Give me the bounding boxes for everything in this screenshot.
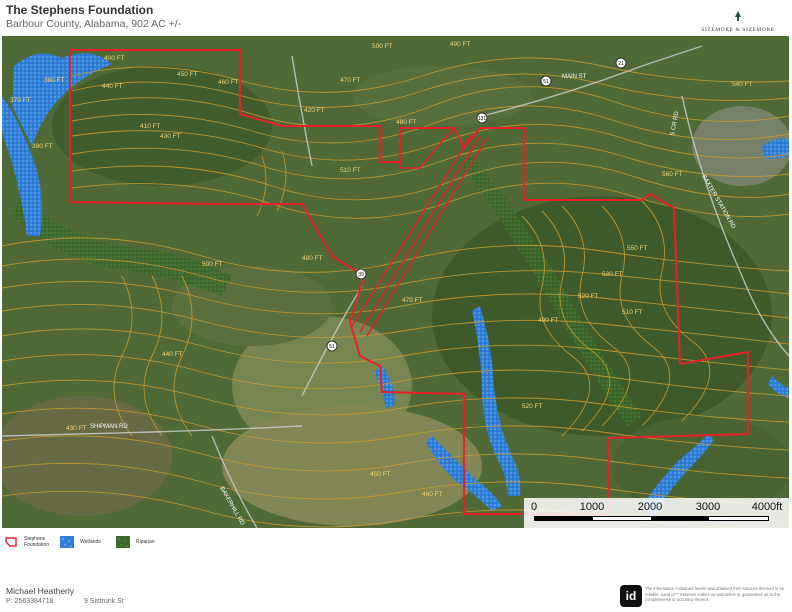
contour-label: 560 FT bbox=[662, 171, 683, 178]
agent-address: 9 Sistrunk St bbox=[84, 598, 124, 605]
contour-label: 470 FT bbox=[402, 297, 423, 304]
contour-label: 450 FT bbox=[177, 71, 198, 78]
contour-label: 400 FT bbox=[104, 55, 125, 62]
wetlands-pattern-icon bbox=[60, 536, 74, 548]
contour-label: 380 FT bbox=[44, 77, 65, 84]
agent-name: Michael Heatherly bbox=[6, 586, 75, 596]
road-label-shipman-rd: SHIPMAN RD bbox=[90, 424, 128, 430]
route-marker-label: 51 bbox=[543, 79, 549, 85]
route-marker-label: 131 bbox=[478, 116, 487, 122]
contour-label: 480 FT bbox=[396, 119, 417, 126]
contour-label: 390 FT bbox=[32, 143, 53, 150]
header: The Stephens Foundation Barbour County, … bbox=[0, 0, 792, 36]
map-view[interactable]: 500 FT 490 FT 470 FT 440 FT 450 FT 400 F… bbox=[2, 36, 789, 528]
contour-label: 490 FT bbox=[538, 317, 559, 324]
footer: Michael Heatherly P: 2563384718 9 Sistru… bbox=[0, 580, 792, 612]
contour-label: 480 FT bbox=[302, 255, 323, 262]
parcel-boundary-icon bbox=[5, 537, 17, 547]
contour-label: 520 FT bbox=[578, 293, 599, 300]
legend-item-stephens-foundation: Stephens Foundation bbox=[4, 535, 59, 553]
contour-label: 410 FT bbox=[140, 123, 161, 130]
riparian-pattern-icon bbox=[116, 536, 130, 548]
landid-logo-icon: id bbox=[620, 585, 642, 607]
scale-tick-label: 2000 bbox=[637, 501, 663, 513]
contour-label: 460 FT bbox=[422, 491, 443, 498]
scale-segment bbox=[651, 517, 709, 520]
contour-label: 470 FT bbox=[340, 77, 361, 84]
contour-label: 510 FT bbox=[622, 309, 643, 316]
scale-tick-label: 1000 bbox=[579, 501, 605, 513]
contour-label: 460 FT bbox=[218, 79, 239, 86]
disclaimer-text: The information contained herein was obt… bbox=[645, 586, 785, 602]
page-title: The Stephens Foundation bbox=[6, 3, 154, 17]
contour-label: 430 FT bbox=[66, 425, 87, 432]
brand-logo: SIZEMORE & SIZEMORE bbox=[688, 8, 788, 33]
contour-label: 520 FT bbox=[522, 403, 543, 410]
scale-tick-label: 0 bbox=[530, 501, 538, 513]
contour-label: 370 FT bbox=[10, 97, 31, 104]
contour-label: 440 FT bbox=[102, 83, 123, 90]
route-marker-label: 21 bbox=[618, 61, 624, 67]
legend-label: Stephens Foundation bbox=[24, 536, 50, 548]
route-marker-label: 39 bbox=[358, 272, 364, 278]
legend-label: Riparian bbox=[136, 539, 155, 545]
tree-icon bbox=[735, 11, 741, 21]
road-label-main-st: MAIN ST bbox=[562, 74, 587, 80]
scale-tick-label: 4000ft bbox=[751, 501, 783, 513]
contour-label: 540 FT bbox=[732, 81, 753, 88]
legend-item-riparian: Riparian bbox=[116, 535, 166, 553]
contour-label: 450 FT bbox=[370, 471, 391, 478]
contour-label: 440 FT bbox=[162, 351, 183, 358]
legend-item-wetlands: Wetlands bbox=[60, 535, 110, 553]
brand-text: SIZEMORE & SIZEMORE bbox=[701, 27, 775, 33]
contour-label: 430 FT bbox=[160, 133, 181, 140]
scale-bar: 0 1000 2000 3000 4000ft bbox=[524, 498, 789, 528]
scale-segment bbox=[535, 517, 593, 520]
scale-bar-graphic bbox=[534, 516, 769, 521]
contour-label: 490 FT bbox=[450, 41, 471, 48]
agent-phone: P: 2563384718 bbox=[6, 598, 54, 605]
route-marker-label: 51 bbox=[329, 344, 335, 350]
page-subtitle: Barbour County, Alabama, 902 AC +/- bbox=[6, 18, 182, 30]
scale-tick-label: 3000 bbox=[695, 501, 721, 513]
contour-label: 550 FT bbox=[627, 245, 648, 252]
legend-label: Wetlands bbox=[80, 539, 101, 545]
contour-label: 510 FT bbox=[340, 167, 361, 174]
contour-label: 500 FT bbox=[202, 261, 223, 268]
contour-label: 500 FT bbox=[372, 43, 393, 50]
contour-label: 530 FT bbox=[602, 271, 623, 278]
contour-label: 420 FT bbox=[304, 107, 325, 114]
